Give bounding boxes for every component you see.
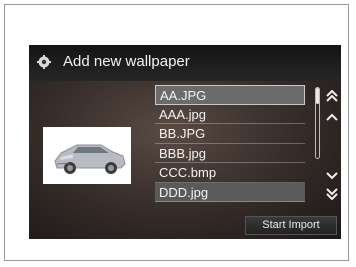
title-bar: Add new wallpaper bbox=[29, 45, 341, 81]
file-item-aaa-jpg[interactable]: AAA.jpg bbox=[155, 105, 305, 124]
file-list: AA.JPG AAA.jpg BB.JPG BBB.jpg CCC.bmp DD… bbox=[155, 85, 305, 202]
car-icon bbox=[54, 144, 126, 174]
page-title: Add new wallpaper bbox=[63, 53, 190, 70]
file-item-aa-jpg[interactable]: AA.JPG bbox=[155, 85, 305, 105]
scrollbar-thumb[interactable] bbox=[316, 88, 319, 104]
gear-icon bbox=[37, 55, 51, 69]
chevron-up-icon[interactable] bbox=[325, 111, 339, 123]
manual-figure-frame: Add new wallpaper AA.JPG AAA.jpg BB.JPG … bbox=[4, 4, 349, 261]
double-chevron-up-icon[interactable] bbox=[325, 90, 339, 102]
wallpaper-import-screen: Add new wallpaper AA.JPG AAA.jpg BB.JPG … bbox=[29, 45, 341, 239]
file-item-ddd-jpg[interactable]: DDD.jpg bbox=[155, 182, 305, 202]
start-import-button[interactable]: Start Import bbox=[245, 216, 337, 235]
file-item-ccc-bmp[interactable]: CCC.bmp bbox=[155, 163, 305, 183]
double-chevron-down-icon[interactable] bbox=[325, 188, 339, 200]
wallpaper-preview bbox=[43, 127, 131, 184]
file-item-bbb-jpg[interactable]: BBB.jpg bbox=[155, 144, 305, 163]
file-item-bb-jpg[interactable]: BB.JPG bbox=[155, 124, 305, 144]
chevron-down-icon[interactable] bbox=[325, 170, 339, 182]
